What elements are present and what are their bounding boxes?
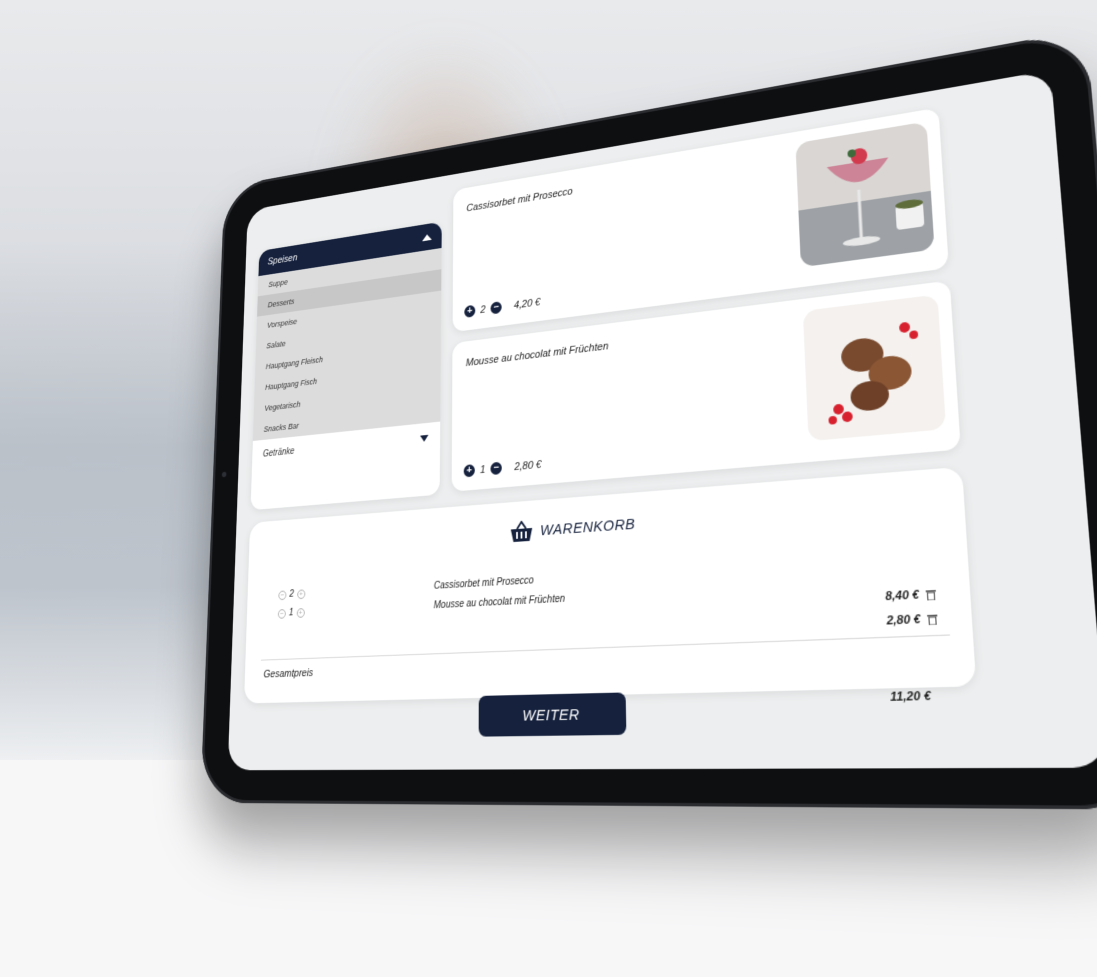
- cart-item-price-value: 2,80 €: [886, 613, 922, 628]
- cart-item-price-value: 8,40 €: [884, 588, 920, 604]
- cart-price-row: 8,40 €: [247, 586, 970, 621]
- cart-row: − 2 + Cassisorbet mit Prosecco: [248, 550, 968, 600]
- decrease-quantity-button[interactable]: −: [490, 461, 502, 476]
- quantity-stepper: + 2 − 4,20 €: [464, 296, 540, 318]
- cart-row: − 1 + Mousse au chocolat mit Früchten: [247, 573, 969, 619]
- expand-arrow-icon: [420, 434, 429, 442]
- cart-increase-button[interactable]: +: [296, 607, 305, 618]
- quantity-stepper: + 1 − 2,80 €: [463, 458, 542, 478]
- cart-item-name: Mousse au chocolat mit Früchten: [433, 593, 566, 612]
- total-label: Gesamtpreis: [263, 667, 314, 681]
- cart-item-price: 2,80 €: [886, 612, 938, 628]
- cocktail-glass-photo: [795, 121, 935, 268]
- trash-icon[interactable]: [926, 589, 937, 601]
- shopping-cart: WARENKORB − 2 + Cassisorbet mit Prosecco…: [243, 466, 977, 705]
- cart-quantity-value: 2: [289, 589, 294, 600]
- basket-icon: [510, 520, 533, 543]
- decrease-quantity-button[interactable]: −: [490, 301, 502, 315]
- total-value: 11,20 €: [889, 689, 932, 705]
- cart-quantity-stepper: − 1 +: [277, 607, 305, 619]
- category-list: Suppe Desserts Vorspeise Salate Hauptgan…: [252, 247, 442, 441]
- collapse-arrow-icon: [422, 233, 432, 241]
- product-name: Cassisorbet mit Prosecco: [466, 185, 573, 215]
- chocolate-mousse-photo: [802, 294, 946, 442]
- cart-decrease-button[interactable]: −: [278, 590, 287, 600]
- cart-decrease-button[interactable]: −: [277, 608, 286, 619]
- quantity-value: 1: [480, 463, 486, 476]
- product-price: 4,20 €: [513, 296, 541, 311]
- cart-quantity-value: 1: [288, 607, 294, 619]
- category-header-label: Speisen: [267, 252, 298, 268]
- cart-increase-button[interactable]: +: [296, 588, 306, 599]
- front-camera-icon: [221, 471, 227, 478]
- drinks-dropdown-label: Getränke: [262, 445, 295, 459]
- product-price: 2,80 €: [514, 458, 542, 473]
- cart-quantity-stepper: − 2 +: [278, 588, 306, 600]
- increase-quantity-button[interactable]: +: [464, 304, 476, 318]
- cocktail-glass-photo-svg: [795, 121, 935, 268]
- cart-title-label: WARENKORB: [540, 515, 636, 539]
- cart-item-price: 8,40 €: [884, 588, 937, 604]
- continue-button[interactable]: WEITER: [478, 692, 627, 737]
- tablet-screen: Speisen Suppe Desserts Vorspeise Salate …: [227, 70, 1097, 771]
- cart-item-name: Cassisorbet mit Prosecco: [433, 575, 534, 592]
- category-menu: Speisen Suppe Desserts Vorspeise Salate …: [250, 221, 442, 511]
- cart-divider: [260, 634, 950, 661]
- product-name: Mousse au chocolat mit Früchten: [465, 340, 609, 369]
- trash-icon[interactable]: [927, 613, 938, 625]
- chocolate-mousse-photo-svg: [802, 294, 946, 442]
- increase-quantity-button[interactable]: +: [463, 464, 475, 478]
- quantity-value: 2: [480, 303, 486, 316]
